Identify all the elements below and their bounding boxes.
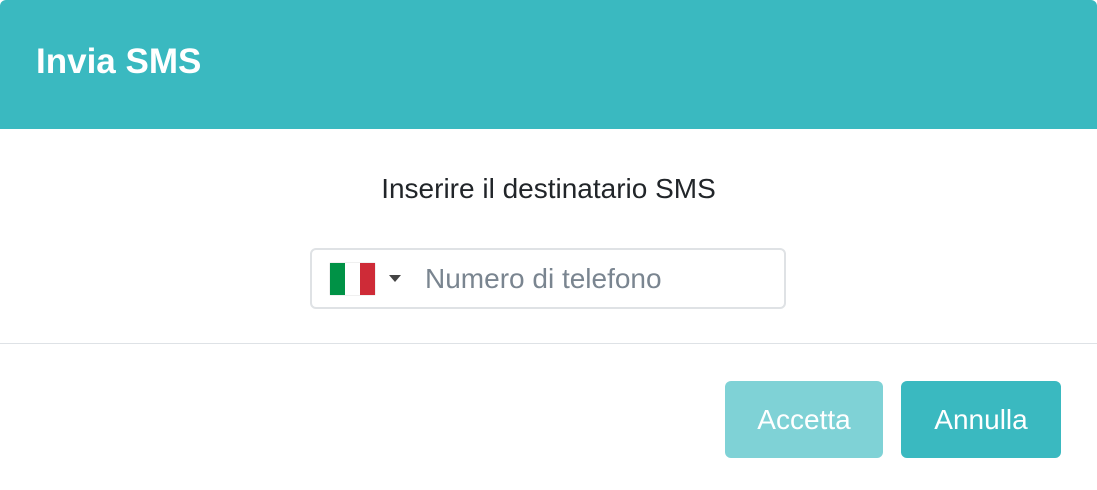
dialog-header: Invia SMS <box>0 0 1097 129</box>
caret-down-icon <box>389 275 401 282</box>
recipient-prompt: Inserire il destinatario SMS <box>381 173 716 204</box>
it-flag-icon <box>330 262 375 295</box>
phone-number-input[interactable] <box>411 249 788 308</box>
dialog-body: Inserire il destinatario SMS <box>0 129 1097 344</box>
dialog-title: Invia SMS <box>36 41 202 81</box>
phone-input-group <box>310 248 788 309</box>
sms-dialog: Invia SMS Inserire il destinatario SMS A… <box>0 0 1097 490</box>
accept-button[interactable]: Accetta <box>725 381 883 458</box>
dialog-footer: Accetta Annulla <box>0 344 1097 490</box>
cancel-button[interactable]: Annulla <box>901 381 1061 458</box>
country-selector[interactable] <box>312 250 411 307</box>
